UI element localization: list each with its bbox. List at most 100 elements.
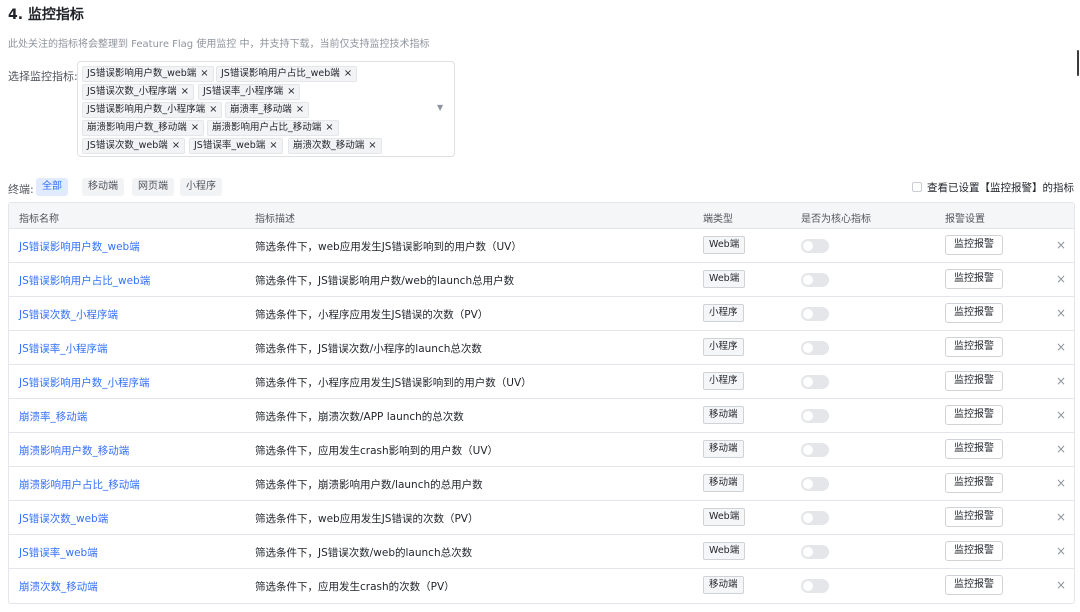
alarm-setting-button[interactable]: 监控报警: [945, 507, 1003, 527]
type-badge: 移动端: [703, 576, 744, 594]
alarm-setting-button[interactable]: 监控报警: [945, 371, 1003, 391]
tag-label: JS错误次数_web端: [87, 140, 168, 151]
metric-tag: JS错误率_小程序端 ×: [198, 84, 301, 100]
scrollbar[interactable]: [1077, 50, 1079, 76]
alarm-setting-button[interactable]: 监控报警: [945, 303, 1003, 323]
filter-web[interactable]: 网页端: [132, 178, 174, 196]
chevron-down-icon[interactable]: ▼: [437, 103, 443, 112]
remove-tag-icon[interactable]: ×: [191, 121, 199, 135]
table-row: JS错误影响用户占比_web端 筛选条件下，JS错误影响用户数/web的launc…: [9, 263, 1074, 297]
tag-label: JS错误次数_小程序端: [87, 86, 177, 97]
remove-tag-icon[interactable]: ×: [325, 121, 333, 135]
filter-all[interactable]: 全部: [36, 178, 68, 196]
metric-name-link[interactable]: 崩溃影响用户占比_移动端: [19, 477, 140, 492]
close-icon[interactable]: ×: [1056, 272, 1066, 286]
tag-label: JS错误影响用户数_web端: [87, 68, 197, 79]
remove-tag-icon[interactable]: ×: [269, 139, 277, 153]
remove-tag-icon[interactable]: ×: [296, 103, 304, 117]
close-icon[interactable]: ×: [1056, 374, 1066, 388]
close-icon[interactable]: ×: [1056, 578, 1066, 592]
metric-description: 筛选条件下，JS错误次数/web的launch总次数: [255, 547, 473, 559]
core-metric-toggle[interactable]: [801, 545, 829, 559]
table-row: JS错误影响用户数_小程序端 筛选条件下，小程序应用发生JS错误影响到的用户数（U…: [9, 365, 1074, 399]
core-metric-toggle[interactable]: [801, 239, 829, 253]
type-badge: 小程序: [703, 372, 744, 390]
filter-mobile[interactable]: 移动端: [82, 178, 124, 196]
metric-tag: JS错误次数_小程序端 ×: [82, 84, 194, 100]
metric-description: 筛选条件下，应用发生crash的次数（PV）: [255, 581, 455, 593]
metric-tag: 崩溃影响用户数_移动端 ×: [82, 120, 205, 136]
metric-name-link[interactable]: 崩溃影响用户数_移动端: [19, 443, 129, 458]
core-metric-toggle[interactable]: [801, 341, 829, 355]
metric-description: 筛选条件下，web应用发生JS错误影响到的用户数（UV）: [255, 241, 522, 253]
remove-tag-icon[interactable]: ×: [209, 103, 217, 117]
metric-tag: JS错误次数_web端 ×: [82, 138, 186, 154]
remove-tag-icon[interactable]: ×: [181, 85, 189, 99]
metric-tag: JS错误影响用户数_web端 ×: [82, 66, 214, 82]
select-label: 选择监控指标:: [8, 70, 78, 83]
type-badge: 移动端: [703, 440, 744, 458]
tag-label: 崩溃影响用户占比_移动端: [212, 122, 322, 133]
type-badge: Web端: [703, 542, 746, 560]
core-metric-toggle[interactable]: [801, 409, 829, 423]
remove-tag-icon[interactable]: ×: [200, 67, 208, 81]
header-name: 指标名称: [19, 214, 59, 225]
table-row: JS错误率_小程序端 筛选条件下，JS错误次数/小程序的launch总次数 小程序 监…: [9, 331, 1074, 365]
alarm-setting-button[interactable]: 监控报警: [945, 269, 1003, 289]
header-type: 端类型: [703, 214, 733, 225]
close-icon[interactable]: ×: [1056, 510, 1066, 524]
close-icon[interactable]: ×: [1056, 442, 1066, 456]
section-title: 4. 监控指标: [8, 7, 84, 23]
alarm-setting-button[interactable]: 监控报警: [945, 235, 1003, 255]
core-metric-toggle[interactable]: [801, 511, 829, 525]
remove-tag-icon[interactable]: ×: [368, 139, 376, 153]
metric-name-link[interactable]: JS错误次数_web端: [19, 511, 108, 526]
metric-description: 筛选条件下，JS错误影响用户数/web的launch总用户数: [255, 275, 515, 287]
alarm-setting-button[interactable]: 监控报警: [945, 541, 1003, 561]
tag-label: JS错误影响用户数_小程序端: [87, 104, 206, 115]
metric-tag: 崩溃次数_移动端 ×: [288, 138, 382, 154]
close-icon[interactable]: ×: [1056, 544, 1066, 558]
core-metric-toggle[interactable]: [801, 477, 829, 491]
type-badge: Web端: [703, 270, 746, 288]
alarm-setting-button[interactable]: 监控报警: [945, 337, 1003, 357]
metric-name-link[interactable]: JS错误影响用户数_web端: [19, 239, 140, 254]
core-metric-toggle[interactable]: [801, 443, 829, 457]
metric-name-link[interactable]: JS错误影响用户数_小程序端: [19, 375, 150, 390]
type-badge: 小程序: [703, 304, 744, 322]
close-icon[interactable]: ×: [1056, 340, 1066, 354]
metric-name-link[interactable]: JS错误次数_小程序端: [19, 307, 118, 322]
alarm-setting-button[interactable]: 监控报警: [945, 405, 1003, 425]
metric-name-link[interactable]: JS错误率_小程序端: [19, 341, 108, 356]
core-metric-toggle[interactable]: [801, 273, 829, 287]
close-icon[interactable]: ×: [1056, 306, 1066, 320]
close-icon[interactable]: ×: [1056, 238, 1066, 252]
remove-tag-icon[interactable]: ×: [172, 139, 180, 153]
core-metric-toggle[interactable]: [801, 307, 829, 321]
alarm-setting-button[interactable]: 监控报警: [945, 575, 1003, 595]
tag-label: 崩溃率_移动端: [230, 104, 292, 115]
filter-miniprogram[interactable]: 小程序: [180, 178, 222, 196]
alarm-filter-checkbox[interactable]: 查看已设置【监控报警】的指标: [912, 180, 1074, 195]
remove-tag-icon[interactable]: ×: [287, 85, 295, 99]
alarm-setting-button[interactable]: 监控报警: [945, 439, 1003, 459]
close-icon[interactable]: ×: [1056, 408, 1066, 422]
type-badge: Web端: [703, 508, 746, 526]
metric-description: 筛选条件下，小程序应用发生JS错误影响到的用户数（UV）: [255, 377, 532, 389]
checkbox-icon[interactable]: [912, 182, 922, 192]
type-badge: Web端: [703, 236, 746, 254]
header-alarm: 报警设置: [945, 214, 985, 225]
metric-name-link[interactable]: JS错误率_web端: [19, 545, 98, 560]
core-metric-toggle[interactable]: [801, 579, 829, 593]
metric-name-link[interactable]: JS错误影响用户占比_web端: [19, 273, 150, 288]
metric-multiselect[interactable]: JS错误影响用户数_web端 × JS错误影响用户占比_web端 × JS错误次数_…: [77, 61, 455, 157]
metric-name-link[interactable]: 崩溃率_移动端: [19, 409, 87, 424]
remove-tag-icon[interactable]: ×: [344, 67, 352, 81]
metric-description: 筛选条件下，崩溃次数/APP launch的总次数: [255, 411, 464, 423]
metric-name-link[interactable]: 崩溃次数_移动端: [19, 579, 98, 594]
core-metric-toggle[interactable]: [801, 375, 829, 389]
metric-description: 筛选条件下，web应用发生JS错误的次数（PV）: [255, 513, 479, 525]
type-badge: 小程序: [703, 338, 744, 356]
alarm-setting-button[interactable]: 监控报警: [945, 473, 1003, 493]
close-icon[interactable]: ×: [1056, 476, 1066, 490]
